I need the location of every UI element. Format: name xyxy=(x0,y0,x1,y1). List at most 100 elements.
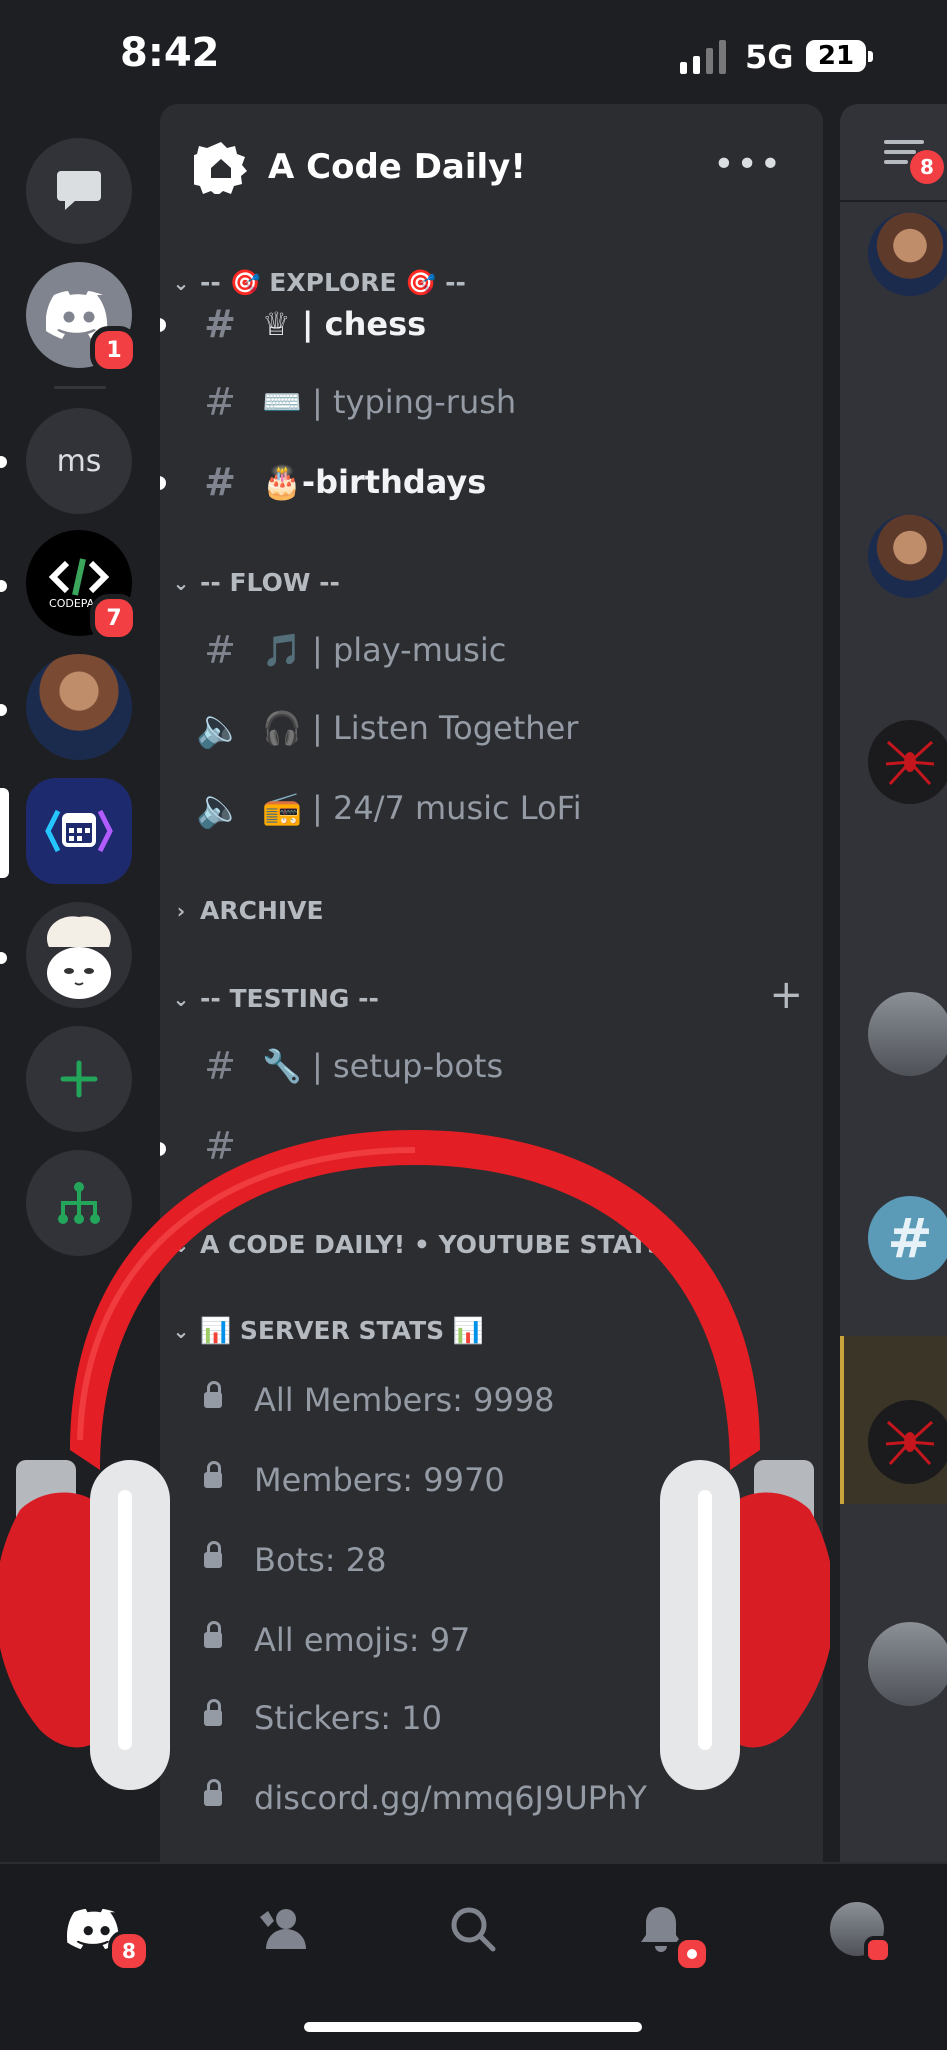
friends-icon xyxy=(260,1909,306,1949)
server-a-code-daily[interactable] xyxy=(26,778,132,884)
category-archive[interactable]: › ARCHIVE xyxy=(170,896,324,925)
channel-chess[interactable]: # ♕ | chess xyxy=(196,294,426,354)
unread-indicator xyxy=(160,1142,166,1156)
channel-setup-bots[interactable]: # 🔧 | setup-bots xyxy=(196,1036,503,1096)
tab-profile[interactable] xyxy=(822,1894,892,1964)
spider-icon xyxy=(885,740,935,786)
chevron-down-icon: ⌄ xyxy=(172,986,190,1011)
server-ms[interactable]: ms xyxy=(26,408,132,514)
stat-bots[interactable]: Bots: 28 xyxy=(194,1530,386,1590)
server-codepack[interactable]: CODEPACK 7 xyxy=(26,530,138,642)
bottom-tab-bar: 8 xyxy=(0,1862,947,2050)
speaker-icon: 🔈 xyxy=(196,785,244,830)
add-server-button[interactable] xyxy=(26,1026,132,1132)
locked-hash-icon: # xyxy=(204,1124,236,1168)
server-boost-icon xyxy=(194,142,247,194)
channel-name: Members: 9970 xyxy=(254,1461,505,1499)
message-avatar[interactable] xyxy=(868,212,947,296)
channel-name: Bots: 28 xyxy=(254,1541,387,1579)
channel-name: All emojis: 97 xyxy=(254,1621,471,1659)
hash-icon: # xyxy=(204,380,236,424)
voice-channel-lofi[interactable]: 🔈 📻 | 24/7 music LoFi xyxy=(196,778,582,838)
hashtag-avatar-icon[interactable]: # xyxy=(868,1196,947,1280)
direct-messages-button[interactable] xyxy=(26,138,132,244)
discord-home-button[interactable]: 1 xyxy=(26,262,138,374)
tab-home[interactable]: 8 xyxy=(60,1894,150,1972)
lock-icon xyxy=(204,1541,222,1568)
channel-name: 🎵 | play-music xyxy=(262,631,507,669)
server-avatar[interactable] xyxy=(26,654,132,760)
unread-indicator xyxy=(0,704,7,716)
notification-badge: 8 xyxy=(108,1930,150,1972)
category-youtube-stats[interactable]: ⌄ A CODE DAILY! • YOUTUBE STATS xyxy=(170,1230,665,1259)
hash-icon: # xyxy=(204,302,236,346)
chef-cat-icon xyxy=(47,916,111,999)
unread-indicator xyxy=(160,318,166,332)
stat-invite[interactable]: discord.gg/mmq6J9UPhY xyxy=(194,1768,647,1828)
header-divider xyxy=(840,200,947,202)
discover-servers-button[interactable] xyxy=(26,1150,132,1256)
signal-icon xyxy=(680,40,726,74)
hash-icon: # xyxy=(204,628,236,672)
hub-icon xyxy=(58,1182,100,1224)
chevron-down-icon: ⌄ xyxy=(172,1319,190,1343)
category-label: -- FLOW -- xyxy=(200,568,340,597)
chevron-down-icon: ⌄ xyxy=(172,271,190,295)
channel-name: 🎧 | Listen Together xyxy=(262,709,579,747)
lock-icon xyxy=(204,1461,222,1488)
message-avatar[interactable] xyxy=(868,1622,947,1706)
category-server-stats[interactable]: ⌄ 📊 SERVER STATS 📊 xyxy=(170,1316,484,1346)
member-count-badge: 8 xyxy=(910,150,944,184)
message-avatar[interactable] xyxy=(868,720,947,804)
tab-notifications[interactable] xyxy=(626,1894,710,1972)
tab-search[interactable] xyxy=(438,1894,508,1964)
notification-dot xyxy=(674,1936,710,1972)
tab-friends[interactable] xyxy=(246,1894,316,1964)
chat-bubble-icon xyxy=(57,171,101,210)
unread-indicator xyxy=(0,952,7,964)
hash-icon: # xyxy=(204,460,236,504)
server-rail: 1 ms CODEPACK 7 xyxy=(0,110,160,1860)
server-chef[interactable] xyxy=(26,902,132,1008)
notification-badge: 7 xyxy=(90,594,138,642)
code-brackets-icon xyxy=(49,557,109,596)
channel-birthdays[interactable]: # 🎂-birthdays xyxy=(196,452,486,512)
channel-name: 🎂-birthdays xyxy=(262,463,487,501)
plus-icon xyxy=(60,1060,98,1098)
speaker-icon: 🔈 xyxy=(196,705,244,750)
lock-icon xyxy=(204,1381,222,1408)
battery-icon: 21 xyxy=(806,40,873,72)
channel-play-music[interactable]: # 🎵 | play-music xyxy=(196,620,506,680)
stat-members[interactable]: Members: 9970 xyxy=(194,1450,505,1510)
channel-typing-rush[interactable]: # ⌨️ | typing-rush xyxy=(196,372,516,432)
voice-channel-listen-together[interactable]: 🔈 🎧 | Listen Together xyxy=(196,698,578,758)
stat-all-members[interactable]: All Members: 9998 xyxy=(194,1370,555,1430)
create-channel-plus-icon[interactable]: + xyxy=(769,972,803,1018)
channel-hidden[interactable]: # xyxy=(196,1116,262,1176)
unread-indicator xyxy=(0,456,7,468)
stat-emojis[interactable]: All emojis: 97 xyxy=(194,1610,470,1670)
message-avatar[interactable] xyxy=(868,992,947,1076)
channel-panel: A Code Daily! ••• ⌄ -- 🎯 EXPLORE 🎯 -- # ♕ … xyxy=(160,104,823,1864)
channel-name: ⌨️ | typing-rush xyxy=(262,383,517,421)
rail-divider xyxy=(54,386,106,389)
dnd-status-icon xyxy=(864,1936,892,1964)
status-bar: 8:42 5G 21 xyxy=(0,0,947,110)
home-indicator xyxy=(304,2022,642,2032)
stat-stickers[interactable]: Stickers: 10 xyxy=(194,1688,442,1748)
message-avatar[interactable] xyxy=(868,1400,947,1484)
category-flow[interactable]: ⌄ -- FLOW -- xyxy=(170,568,340,597)
clock: 8:42 xyxy=(120,30,220,76)
server-options-button[interactable]: ••• xyxy=(713,144,783,185)
lock-icon xyxy=(204,1621,222,1648)
channel-name: 📻 | 24/7 music LoFi xyxy=(262,789,582,827)
server-header[interactable]: A Code Daily! xyxy=(194,140,526,194)
channel-name: discord.gg/mmq6J9UPhY xyxy=(254,1779,647,1817)
channel-name: Stickers: 10 xyxy=(254,1699,442,1737)
category-testing[interactable]: ⌄ -- TESTING -- xyxy=(170,984,379,1013)
chat-preview-panel[interactable]: 8 # xyxy=(840,104,947,1864)
network-type: 5G xyxy=(745,38,794,76)
message-avatar[interactable] xyxy=(868,514,947,598)
server-name: A Code Daily! xyxy=(268,147,526,187)
unread-indicator xyxy=(0,580,7,592)
